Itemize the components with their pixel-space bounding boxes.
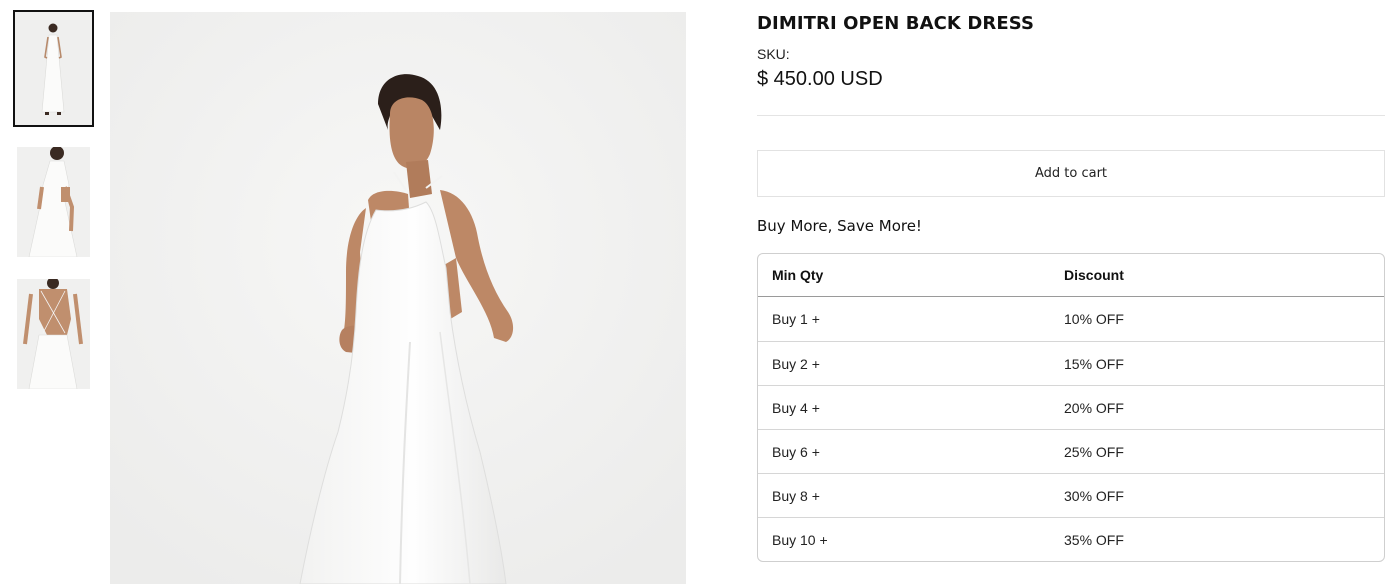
thumbnail-back-view[interactable] (17, 279, 90, 389)
dress-back-thumbnail-image (17, 279, 90, 389)
bulk-discount-heading: Buy More, Save More! (757, 217, 922, 235)
discount-cell: 30% OFF (1064, 487, 1124, 504)
min-qty-cell: Buy 8 + (772, 487, 820, 504)
column-header-min-qty: Min Qty (772, 267, 824, 283)
discount-cell: 15% OFF (1064, 355, 1124, 372)
min-qty-cell: Buy 2 + (772, 355, 820, 372)
table-row: Buy 8 + 30% OFF (758, 473, 1384, 517)
min-qty-cell: Buy 4 + (772, 399, 820, 416)
thumbnail-gallery (13, 10, 94, 411)
table-row: Buy 10 + 35% OFF (758, 517, 1384, 561)
product-title: DIMITRI OPEN BACK DRESS (757, 13, 1035, 34)
discount-cell: 25% OFF (1064, 443, 1124, 460)
product-price: $ 450.00 USD (757, 68, 883, 90)
main-product-image[interactable] (110, 12, 686, 584)
table-row: Buy 2 + 15% OFF (758, 341, 1384, 385)
bulk-discount-table: Min Qty Discount Buy 1 + 10% OFF Buy 2 +… (757, 253, 1385, 562)
table-row: Buy 4 + 20% OFF (758, 385, 1384, 429)
table-header-row: Min Qty Discount (758, 254, 1384, 297)
min-qty-cell: Buy 10 + (772, 531, 828, 548)
product-sku: SKU: (757, 46, 790, 62)
min-qty-cell: Buy 1 + (772, 311, 820, 327)
product-info: DIMITRI OPEN BACK DRESS SKU: $ 450.00 US… (757, 12, 1385, 562)
column-header-discount: Discount (1064, 267, 1124, 283)
dress-side-thumbnail-image (17, 147, 90, 257)
discount-cell: 20% OFF (1064, 399, 1124, 416)
dress-front-thumbnail-image (15, 12, 92, 125)
min-qty-cell: Buy 6 + (772, 443, 820, 460)
table-row: Buy 1 + 10% OFF (758, 297, 1384, 341)
thumbnail-front-view[interactable] (13, 10, 94, 127)
divider (757, 115, 1385, 116)
discount-cell: 35% OFF (1064, 531, 1124, 548)
add-to-cart-button[interactable]: Add to cart (757, 150, 1385, 197)
table-row: Buy 6 + 25% OFF (758, 429, 1384, 473)
thumbnail-side-view[interactable] (17, 147, 90, 257)
dress-model-photo (110, 12, 686, 584)
discount-cell: 10% OFF (1064, 311, 1124, 327)
